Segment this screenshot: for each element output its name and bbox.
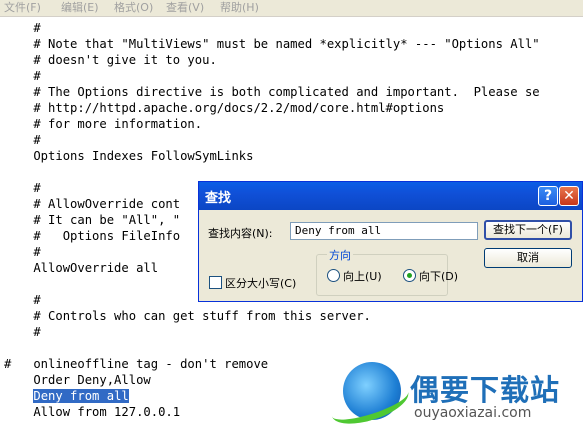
find-label: 查找内容(N): bbox=[208, 227, 273, 240]
editor-line: # doesn't give it to you. bbox=[4, 53, 217, 67]
menu-help[interactable]: 帮助(H) bbox=[220, 0, 259, 16]
help-icon[interactable]: ? bbox=[538, 186, 558, 206]
direction-up-radio[interactable] bbox=[327, 269, 340, 282]
editor-line: # bbox=[4, 69, 41, 83]
dialog-title: 查找 bbox=[205, 191, 232, 206]
editor-line: AllowOverride all bbox=[4, 261, 159, 275]
editor-line: # for more information. bbox=[4, 117, 203, 131]
find-dialog: 查找 ? ✕ 查找内容(N): Deny from all 查找下一个(F) 取… bbox=[198, 181, 583, 302]
direction-down-radio[interactable] bbox=[403, 269, 416, 282]
editor-line: # Options FileInfo bbox=[4, 229, 181, 243]
editor-line: # Note that "MultiViews" must be named *… bbox=[4, 37, 540, 51]
menu-format[interactable]: 格式(O) bbox=[114, 0, 153, 16]
editor-line: # bbox=[4, 293, 41, 307]
match-case-checkbox[interactable] bbox=[209, 276, 222, 289]
menu-file[interactable]: 文件(F) bbox=[4, 0, 41, 16]
editor-line: Options Indexes FollowSymLinks bbox=[4, 149, 254, 163]
selected-text: Deny from all bbox=[33, 389, 129, 403]
watermark-url: ouyaoxiazai.com bbox=[414, 405, 532, 421]
direction-down-label: 向下(D) bbox=[419, 270, 459, 283]
dialog-titlebar[interactable]: 查找 ? ✕ bbox=[199, 182, 582, 210]
editor-line: # AllowOverride cont bbox=[4, 197, 181, 211]
find-next-button[interactable]: 查找下一个(F) bbox=[484, 220, 572, 240]
editor-line: # bbox=[4, 133, 41, 147]
editor-line-selected: Deny from all bbox=[4, 388, 129, 404]
editor-line: # bbox=[4, 181, 41, 195]
menu-bar: 文件(F) 编辑(E) 格式(O) 查看(V) 帮助(H) bbox=[0, 0, 583, 17]
find-input[interactable]: Deny from all bbox=[290, 222, 478, 240]
editor-line: # Controls who can get stuff from this s… bbox=[4, 309, 371, 323]
watermark-title: 偶要下载站 bbox=[410, 373, 561, 407]
editor-line: Allow from 127.0.0.1 bbox=[4, 405, 181, 419]
menu-view[interactable]: 查看(V) bbox=[166, 0, 204, 16]
match-case-label: 区分大小写(C) bbox=[225, 277, 297, 290]
editor-line: # The Options directive is both complica… bbox=[4, 85, 540, 99]
editor-line: # bbox=[4, 325, 41, 339]
close-icon[interactable]: ✕ bbox=[559, 186, 579, 206]
editor-line: # bbox=[4, 21, 41, 35]
direction-up-label: 向上(U) bbox=[343, 270, 382, 283]
editor-line: # onlineoffline tag - don't remove bbox=[4, 357, 269, 371]
cancel-button[interactable]: 取消 bbox=[484, 248, 572, 268]
radio-selected-dot bbox=[407, 273, 412, 278]
editor-line: Order Deny,Allow bbox=[4, 373, 151, 387]
editor-line: # http://httpd.apache.org/docs/2.2/mod/c… bbox=[4, 101, 445, 115]
menu-edit[interactable]: 编辑(E) bbox=[61, 0, 99, 16]
direction-label: 方向 bbox=[327, 247, 353, 263]
editor-line: # bbox=[4, 245, 41, 259]
editor-line: # It can be "All", " bbox=[4, 213, 181, 227]
